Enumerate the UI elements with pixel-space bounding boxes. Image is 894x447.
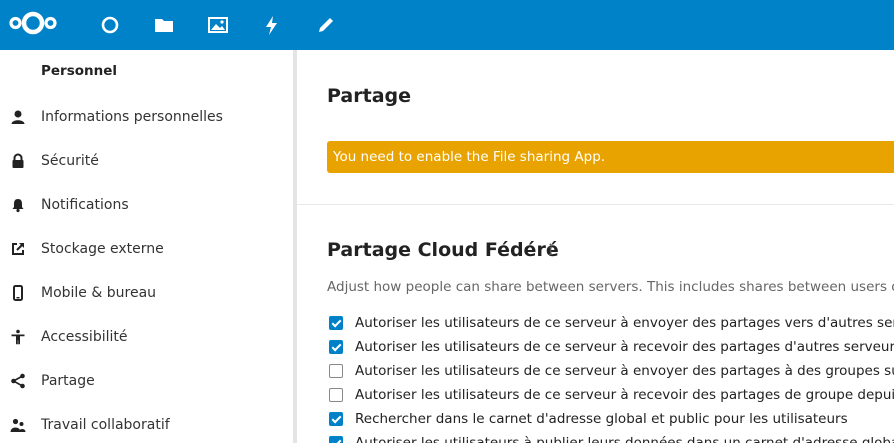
option-receive-group-shares[interactable]: Autoriser les utilisateurs de ce serveur… xyxy=(327,383,894,407)
option-receive-remote-shares[interactable]: Autoriser les utilisateurs de ce serveur… xyxy=(327,335,894,359)
option-send-group-shares[interactable]: Autoriser les utilisateurs de ce serveur… xyxy=(327,359,894,383)
sharing-section-title: Partage xyxy=(327,85,411,107)
section-divider xyxy=(297,204,894,205)
bell-icon xyxy=(10,197,26,213)
checkbox[interactable] xyxy=(329,316,343,330)
option-publish-address-book[interactable]: Autoriser les utilisateurs à publier leu… xyxy=(327,431,894,443)
sidebar-item-personal-info[interactable]: Informations personnelles xyxy=(0,95,293,139)
sidebar-item-label: Notifications xyxy=(41,197,129,213)
activity-icon[interactable] xyxy=(261,14,283,36)
federated-sharing-description: Adjust how people can share between serv… xyxy=(327,279,894,295)
checkbox[interactable] xyxy=(329,364,343,378)
checkbox[interactable] xyxy=(329,436,343,443)
sidebar-item-label: Stockage externe xyxy=(41,241,164,257)
checkbox-label: Autoriser les utilisateurs de ce serveur… xyxy=(355,339,894,355)
checkbox-label: Rechercher dans le carnet d'adresse glob… xyxy=(355,411,848,427)
sidebar-item-label: Mobile & bureau xyxy=(41,285,157,301)
sidebar-item-mobile-desktop[interactable]: Mobile & bureau xyxy=(0,271,293,315)
settings-content: Partage You need to enable the File shar… xyxy=(297,50,894,443)
sidebar-item-external-storage[interactable]: Stockage externe xyxy=(0,227,293,271)
share-icon xyxy=(10,373,26,389)
photos-icon[interactable] xyxy=(207,14,229,36)
notes-icon[interactable] xyxy=(315,14,337,36)
checkbox[interactable] xyxy=(329,412,343,426)
federated-sharing-title: Partage Cloud Fédéré xyxy=(327,239,559,261)
accessibility-icon xyxy=(10,329,26,345)
sharing-app-warning: You need to enable the File sharing App. xyxy=(327,141,894,173)
files-icon[interactable] xyxy=(153,14,175,36)
nextcloud-logo[interactable] xyxy=(9,10,57,36)
checkbox-label: Autoriser les utilisateurs de ce serveur… xyxy=(355,315,894,331)
sidebar-item-sharing[interactable]: Partage xyxy=(0,359,293,403)
sidebar-item-label: Partage xyxy=(41,373,95,389)
option-lookup-address-book[interactable]: Rechercher dans le carnet d'adresse glob… xyxy=(327,407,894,431)
dashboard-icon[interactable] xyxy=(99,14,121,36)
checkbox[interactable] xyxy=(329,388,343,402)
checkbox[interactable] xyxy=(329,340,343,354)
sidebar-item-security[interactable]: Sécurité xyxy=(0,139,293,183)
option-send-remote-shares[interactable]: Autoriser les utilisateurs de ce serveur… xyxy=(327,311,894,335)
sidebar-item-accessibility[interactable]: Accessibilité xyxy=(0,315,293,359)
info-icon[interactable]: i xyxy=(548,240,553,259)
checkbox-label: Autoriser les utilisateurs de ce serveur… xyxy=(355,363,894,379)
sidebar-item-label: Sécurité xyxy=(41,153,99,169)
sidebar-item-label: Accessibilité xyxy=(41,329,128,345)
sidebar-item-collaboration[interactable]: Travail collaboratif xyxy=(0,403,293,447)
checkbox-label: Autoriser les utilisateurs de ce serveur… xyxy=(355,387,894,403)
user-icon xyxy=(10,109,26,125)
top-header xyxy=(0,0,894,50)
lock-icon xyxy=(10,153,26,169)
external-link-icon xyxy=(10,241,26,257)
sidebar-item-label: Travail collaboratif xyxy=(41,417,170,433)
sidebar-item-label: Informations personnelles xyxy=(41,109,223,125)
phone-icon xyxy=(10,285,26,301)
checkbox-label: Autoriser les utilisateurs à publier leu… xyxy=(355,435,894,443)
sidebar-caption: Personnel xyxy=(41,63,118,79)
sidebar-item-notifications[interactable]: Notifications xyxy=(0,183,293,227)
collaboration-icon xyxy=(10,417,26,433)
